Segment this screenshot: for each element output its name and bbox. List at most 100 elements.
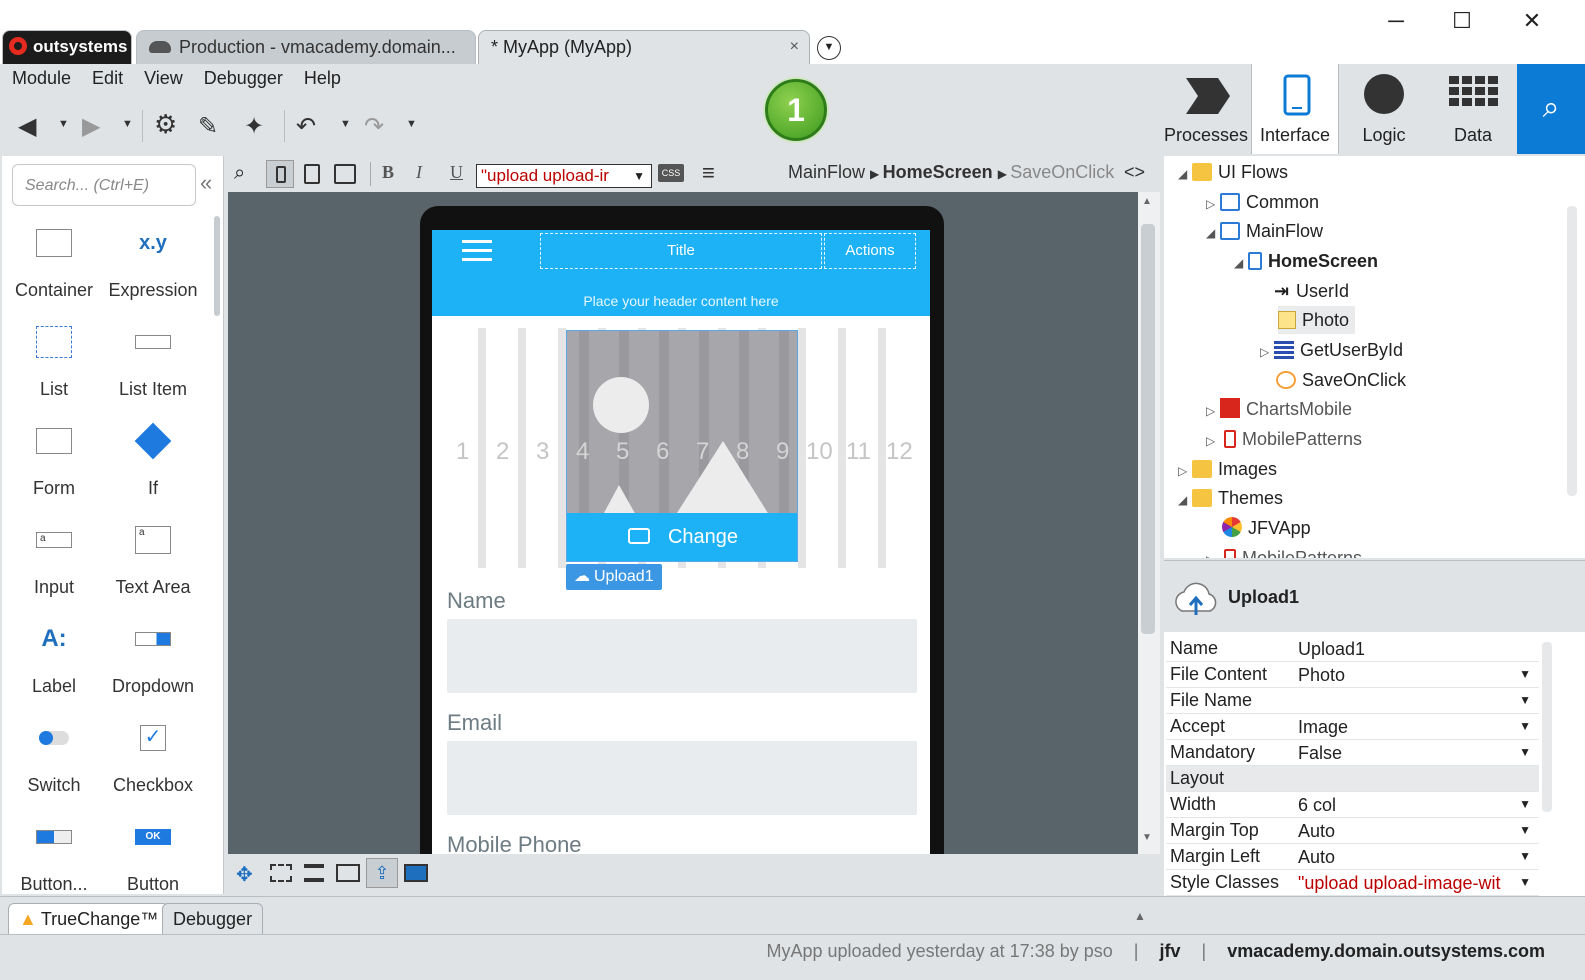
search-icon[interactable]: ⌕ (1517, 64, 1585, 154)
italic-button[interactable]: I (416, 162, 422, 183)
undo-dropdown-icon[interactable]: ▼ (340, 118, 351, 130)
phone-view-icon[interactable] (266, 160, 294, 188)
breadcrumb-homescreen[interactable]: HomeScreen (883, 162, 993, 182)
underline-button[interactable]: U (450, 162, 463, 183)
back-dropdown-icon[interactable]: ▼ (58, 118, 69, 130)
palette-scrollbar[interactable] (214, 216, 220, 316)
chevron-down-icon[interactable]: ▼ (1519, 849, 1531, 863)
scroll-down-icon[interactable]: ▼ (1142, 832, 1152, 843)
header-title-placeholder[interactable]: Title (540, 233, 822, 269)
nav-processes[interactable]: Processes (1162, 64, 1250, 154)
widget-expression[interactable]: x.y Expression (103, 218, 203, 301)
widget-list[interactable]: List (4, 317, 104, 400)
container-select-icon[interactable] (270, 864, 292, 882)
properties-scrollbar[interactable] (1542, 642, 1552, 812)
widget-button[interactable]: OK Button (103, 812, 203, 895)
prop-value-input[interactable]: Image (1298, 717, 1518, 738)
design-canvas[interactable]: Title Actions Place your header content … (228, 192, 1138, 854)
bold-button[interactable]: B (382, 162, 394, 183)
chevron-down-icon[interactable]: ▼ (1519, 745, 1531, 759)
chevron-down-icon[interactable]: ▼ (1519, 667, 1531, 681)
tree-themes[interactable]: ◢ Themes (1178, 484, 1283, 512)
upload-select-icon[interactable]: ⇪ (366, 858, 398, 888)
tree-homescreen[interactable]: ◢ HomeScreen (1234, 247, 1378, 275)
scroll-up-icon[interactable]: ▲ (1142, 196, 1152, 207)
prop-value-input[interactable]: 6 col (1298, 795, 1518, 816)
widget-label[interactable]: A: Label (4, 614, 104, 697)
widget-dropdown[interactable]: Dropdown (103, 614, 203, 697)
tab-production[interactable]: Production - vmacademy.domain... (136, 30, 476, 64)
tab-list-dropdown-icon[interactable]: ▼ (817, 36, 841, 60)
canvas-vertical-scrollbar[interactable]: ▲ ▼ (1138, 192, 1160, 854)
nav-data[interactable]: Data (1429, 64, 1517, 154)
rotate-view-icon[interactable] (334, 164, 356, 184)
prop-row-margin-top[interactable]: Margin Top Auto ▼ (1166, 818, 1539, 844)
email-input[interactable] (447, 741, 917, 815)
prop-value-input[interactable]: Upload1 (1298, 639, 1518, 660)
tree-userid[interactable]: ⇥ UserId (1274, 277, 1349, 305)
minimize-button[interactable]: ─ (1376, 8, 1416, 34)
tab-truechange[interactable]: ▲ TrueChange™ (8, 903, 170, 935)
collapse-panel-icon[interactable]: « (200, 170, 212, 196)
prop-value-input[interactable]: "upload upload-image-wit (1298, 873, 1518, 894)
forward-arrow-icon[interactable]: ▶ (82, 112, 100, 141)
prop-row-file-name[interactable]: File Name ▼ (1166, 688, 1539, 714)
dependencies-icon[interactable]: ✦ (244, 112, 264, 141)
tree-common[interactable]: ▷ Common (1206, 188, 1319, 216)
breadcrumb-saveonclick[interactable]: SaveOnClick (1010, 162, 1114, 182)
tab-outsystems-logo[interactable]: outsystems (2, 30, 132, 64)
upload-widget-tag[interactable]: ☁ Upload1 (566, 564, 662, 590)
block-select-icon[interactable] (336, 864, 360, 882)
preview-zoom-icon[interactable]: ⌕ (234, 162, 245, 185)
tree-photo[interactable]: Photo (1278, 306, 1356, 334)
tree-ui-flows[interactable]: ◢ UI Flows (1178, 158, 1288, 186)
tab-close-icon[interactable]: × (790, 31, 799, 63)
widget-container[interactable]: Container (4, 218, 104, 301)
list-select-icon[interactable] (304, 864, 324, 882)
scroll-thumb[interactable] (1141, 224, 1155, 634)
prop-row-file-content[interactable]: File Content Photo ▼ (1166, 662, 1539, 688)
maximize-button[interactable]: ☐ (1442, 8, 1482, 34)
tree-mobilepatterns[interactable]: ▷ MobilePatterns (1206, 425, 1362, 453)
change-photo-button[interactable]: Change (567, 513, 797, 561)
menu-module[interactable]: Module (0, 64, 80, 89)
breadcrumb-mainflow[interactable]: MainFlow (788, 162, 865, 182)
tree-scrollbar[interactable] (1567, 206, 1577, 496)
widget-text-area[interactable]: a Text Area (103, 515, 203, 598)
chevron-down-icon[interactable]: ▼ (1519, 875, 1531, 889)
prop-row-margin-left[interactable]: Margin Left Auto ▼ (1166, 844, 1539, 870)
screen-header[interactable]: Title Actions Place your header content … (432, 230, 930, 316)
toggle-widget-tree-icon[interactable]: <> (1124, 162, 1145, 183)
nav-interface[interactable]: Interface (1251, 64, 1339, 154)
undo-icon[interactable]: ↶ (296, 112, 316, 141)
prop-row-name[interactable]: Name Upload1 (1166, 636, 1539, 662)
tree-chartsmobile[interactable]: ▷ ChartsMobile (1206, 395, 1352, 423)
forward-dropdown-icon[interactable]: ▼ (122, 118, 133, 130)
palette-search-input[interactable]: Search... (Ctrl+E) (12, 164, 196, 206)
close-window-button[interactable]: ✕ (1512, 8, 1552, 34)
widget-button-group[interactable]: Button... (4, 812, 104, 895)
chevron-down-icon[interactable]: ▼ (1519, 693, 1531, 707)
menu-edit[interactable]: Edit (80, 64, 132, 89)
header-actions-placeholder[interactable]: Actions (824, 233, 916, 269)
upload-image-widget[interactable]: Change (566, 330, 798, 562)
tab-debugger[interactable]: Debugger (162, 903, 264, 935)
widget-checkbox[interactable]: ✓ Checkbox (103, 713, 203, 796)
chevron-down-icon[interactable]: ▼ (1519, 823, 1531, 837)
css-editor-button[interactable]: CSS (658, 164, 684, 182)
widget-switch[interactable]: Switch (4, 713, 104, 796)
prop-section-layout[interactable]: Layout (1166, 766, 1539, 792)
prop-value-input[interactable]: False (1298, 743, 1518, 764)
tree-saveonclick[interactable]: SaveOnClick (1276, 366, 1406, 394)
hamburger-menu-icon[interactable] (462, 240, 492, 262)
tree-mobilepatterns-theme[interactable]: ▷MobilePatterns (1206, 544, 1362, 558)
menu-view[interactable]: View (132, 64, 192, 89)
chevron-down-icon[interactable]: ▼ (1519, 797, 1531, 811)
tree-getuserbyid[interactable]: ▷ GetUserById (1260, 336, 1403, 364)
select-widget-icon[interactable]: ✥ (236, 862, 253, 887)
redo-dropdown-icon[interactable]: ▼ (406, 118, 417, 130)
tree-jfvapp[interactable]: JFVApp (1222, 514, 1311, 542)
tree-images[interactable]: ▷ Images (1178, 455, 1277, 483)
tree-mainflow[interactable]: ◢ MainFlow (1206, 217, 1323, 245)
back-arrow-icon[interactable]: ◀ (18, 112, 36, 141)
